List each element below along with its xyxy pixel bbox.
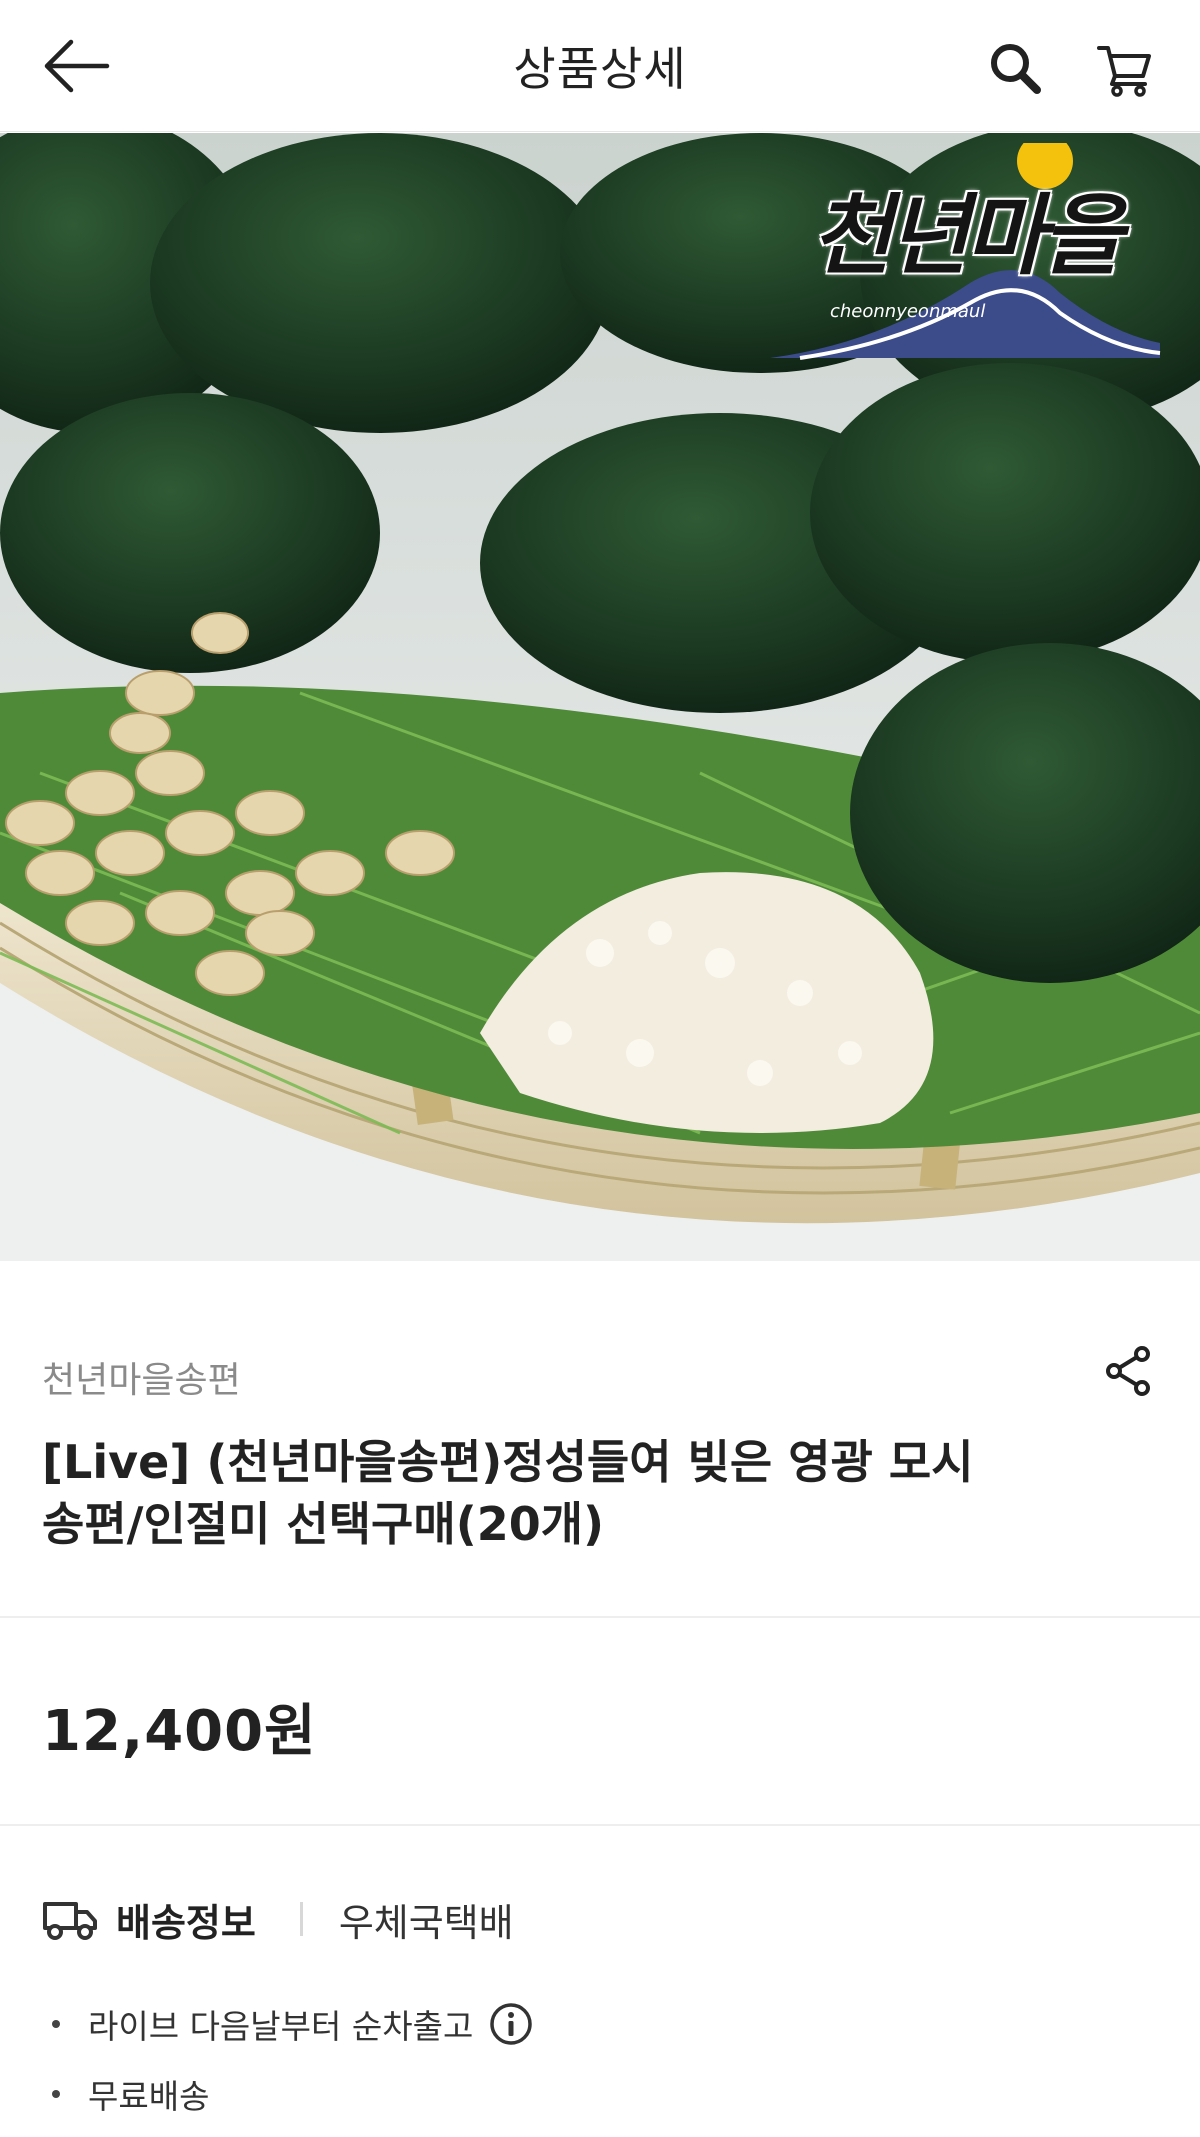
bullet-dot bbox=[52, 2090, 60, 2098]
shipping-note-text: 무료배송 bbox=[88, 2077, 210, 2116]
logo-text: 천년마을 bbox=[811, 183, 1123, 287]
share-button[interactable] bbox=[1100, 1341, 1156, 1401]
info-icon[interactable] bbox=[487, 2000, 535, 2048]
truck-icon bbox=[42, 1897, 98, 1941]
separator bbox=[299, 1902, 303, 1936]
bullet-dot bbox=[52, 2020, 60, 2028]
product-title-line2: 송편/인절미 선택구매(20개) bbox=[42, 1497, 605, 1551]
product-image[interactable]: 천년마을 cheonnyeonmaul bbox=[0, 133, 1200, 1261]
divider bbox=[0, 1616, 1200, 1618]
search-icon bbox=[991, 44, 1041, 94]
divider bbox=[0, 1824, 1200, 1826]
search-button[interactable] bbox=[975, 30, 1055, 106]
brand-logo: 천년마을 cheonnyeonmaul bbox=[760, 143, 1170, 443]
shipping-label: 배송정보 bbox=[116, 1900, 256, 1945]
brand-name[interactable]: 천년마을송편 bbox=[42, 1351, 241, 1403]
cart-icon bbox=[1097, 46, 1151, 97]
product-price: 12,400원 bbox=[42, 1699, 317, 1764]
share-icon bbox=[1106, 1346, 1150, 1396]
shipping-notes: 라이브 다음날부터 순차출고 무료배송 bbox=[52, 1996, 1152, 2136]
logo-subtext: cheonnyeonmaul bbox=[830, 301, 986, 322]
list-item: 무료배송 bbox=[52, 2066, 1152, 2122]
list-item: 라이브 다음날부터 순차출고 bbox=[52, 1996, 1152, 2052]
product-title-line1: [Live] (천년마을송편)정성들여 빚은 영광 모시 bbox=[42, 1435, 974, 1489]
shipping-carrier: 우체국택배 bbox=[338, 1900, 514, 1945]
top-app-bar: 상품상세 bbox=[0, 0, 1200, 132]
product-title: [Live] (천년마을송편)정성들여 빚은 영광 모시 송편/인절미 선택구매… bbox=[42, 1431, 1042, 1555]
cart-button[interactable] bbox=[1085, 30, 1165, 106]
shipping-note-text: 라이브 다음날부터 순차출고 bbox=[88, 2007, 474, 2046]
shipping-info-row: 배송정보 우체국택배 bbox=[42, 1891, 514, 1947]
